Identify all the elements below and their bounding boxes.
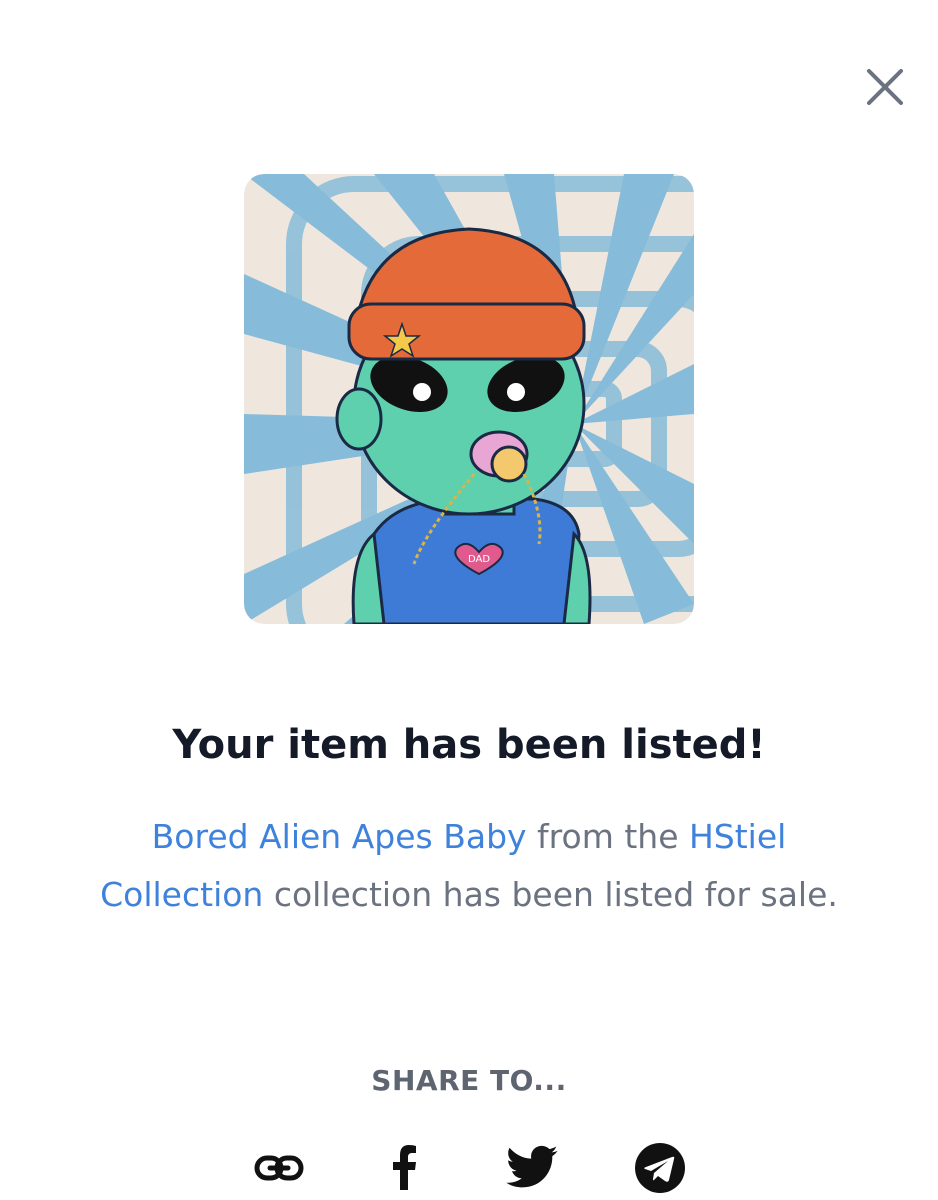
link-icon[interactable] (251, 1140, 307, 1196)
listing-success-dialog: DAD Your item has been listed! Bored Ali… (0, 0, 938, 1200)
listing-description: Bored Alien Apes Baby from the HStiel Co… (70, 808, 868, 924)
shirt-text: DAD (468, 554, 490, 565)
item-name-link[interactable]: Bored Alien Apes Baby (152, 817, 527, 856)
share-link-button[interactable] (251, 1140, 307, 1196)
share-heading: SHARE TO... (371, 1064, 567, 1097)
nft-artwork: DAD (244, 174, 694, 624)
facebook-icon[interactable] (377, 1140, 433, 1196)
nft-image: DAD (244, 174, 694, 624)
close-icon[interactable] (862, 64, 908, 110)
dialog-title: Your item has been listed! (172, 722, 766, 768)
twitter-icon[interactable] (504, 1140, 560, 1196)
description-text-2: collection has been listed for sale. (263, 875, 838, 914)
share-facebook-button[interactable] (377, 1140, 433, 1196)
close-button[interactable] (862, 64, 908, 110)
telegram-icon[interactable] (632, 1140, 688, 1196)
share-twitter-button[interactable] (504, 1140, 560, 1196)
description-text-1: from the (526, 817, 689, 856)
share-telegram-button[interactable] (632, 1140, 688, 1196)
share-buttons (0, 1140, 938, 1196)
